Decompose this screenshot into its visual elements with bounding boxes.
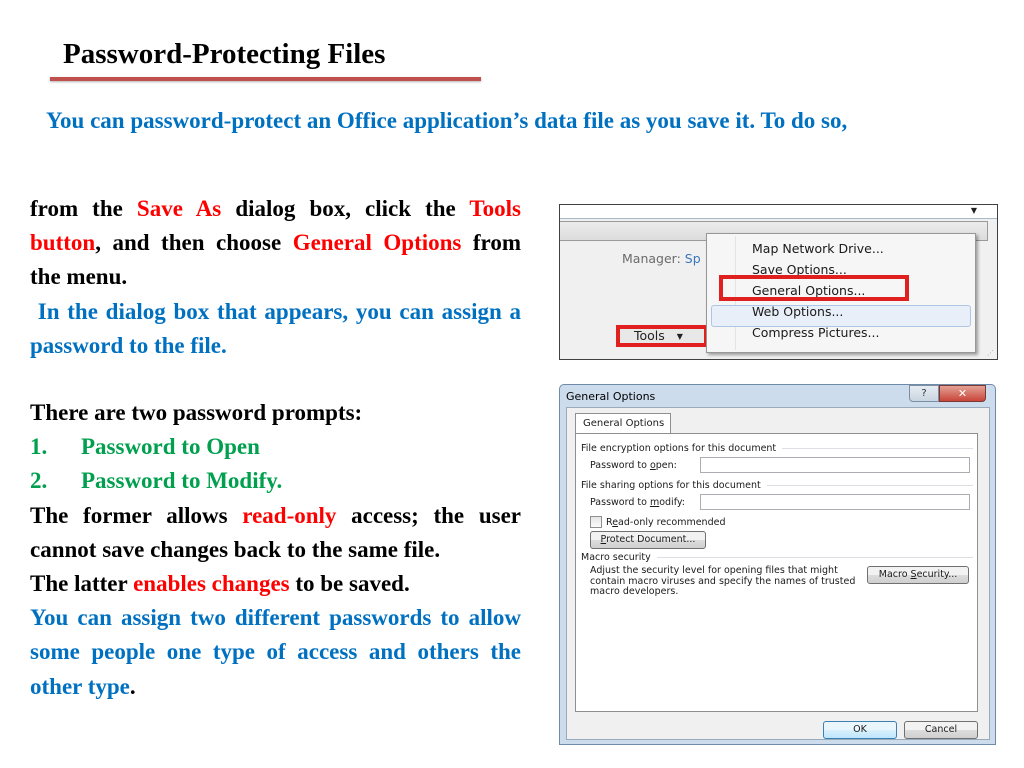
group-label: Macro security [581, 552, 651, 563]
text-span: pen: [655, 460, 677, 471]
group-label: File sharing options for this document [581, 480, 761, 491]
instructions-paragraph: from the Save As dialog box, click the T… [30, 192, 521, 295]
macro-group-header: Macro security [581, 552, 973, 563]
tools-button-label: Tools [634, 328, 665, 343]
list-text: Password to Open [81, 434, 260, 460]
tools-button[interactable]: Tools ▼ [616, 325, 708, 347]
latter-paragraph: The latter enables changes to be saved. [30, 567, 521, 601]
close-button[interactable]: ✕ [939, 385, 986, 402]
slide-title: Password-Protecting Files [63, 38, 386, 70]
list-item: 2. Password to Modify. [30, 464, 521, 498]
ok-button[interactable]: OK [823, 721, 897, 739]
general-options-dialog: General Options ? ✕ General Options File… [559, 384, 996, 745]
list-number: 1. [30, 434, 48, 460]
dialog-client-area: General Options File encryption options … [566, 407, 990, 740]
group-divider [782, 448, 973, 449]
password-modify-input[interactable] [700, 494, 970, 510]
text-span: Password to [590, 460, 650, 471]
accelerator-key: m [649, 497, 660, 508]
prompts-block: There are two password prompts: 1. Passwo… [30, 396, 521, 704]
manager-value: Sp [684, 251, 701, 266]
chevron-down-icon: ▼ [676, 331, 683, 341]
read-only-checkbox[interactable] [590, 516, 602, 528]
filename-field[interactable]: ▼ [560, 205, 997, 219]
password-open-input[interactable] [700, 457, 970, 473]
cancel-button[interactable]: Cancel [904, 721, 978, 739]
protect-document-button[interactable]: Protect Document... [590, 531, 706, 549]
instructions-block: from the Save As dialog box, click the T… [30, 192, 521, 363]
text-span: You can assign two different passwords t… [30, 605, 521, 699]
tab-panel: File encryption options for this documen… [575, 433, 978, 712]
enables-changes-term: enables changes [133, 571, 290, 597]
text-span: to be saved. [289, 571, 410, 597]
group-divider [766, 485, 973, 486]
menu-item-compress-pictures[interactable]: Compress Pictures... [752, 325, 879, 340]
help-button[interactable]: ? [909, 385, 939, 402]
text-span: odify: [659, 497, 686, 508]
save-as-tools-menu-screenshot: ▼ ▼ Manager: Sp Tools ▼ Map Network Drive… [559, 204, 998, 360]
text-span: The former allows [30, 502, 243, 528]
closing-paragraph: You can assign two different passwords t… [30, 601, 521, 704]
text-span: The latter [30, 571, 134, 597]
general-options-term: General Options [292, 230, 462, 256]
dialog-title: General Options [566, 390, 656, 403]
group-divider [656, 557, 973, 558]
list-item: 1. Password to Open [30, 430, 521, 464]
dialog-titlebar[interactable]: General Options ? ✕ [560, 385, 995, 407]
manager-field: Manager: Sp [622, 251, 701, 266]
prompts-heading: There are two password prompts: [30, 400, 363, 425]
save-as-term: Save As [136, 196, 222, 221]
password-open-label: Password to open: [590, 460, 677, 471]
text-span: from the [30, 196, 137, 221]
menu-item-map-network-drive[interactable]: Map Network Drive... [752, 241, 884, 256]
former-paragraph: The former allows read-only access; the … [30, 499, 521, 567]
title-underline [50, 77, 481, 81]
text-span: , and then choose [95, 230, 293, 256]
menu-item-web-options[interactable]: Web Options... [752, 304, 843, 319]
button-label: rotect Document... [606, 534, 696, 545]
dropdown-arrow-icon[interactable]: ▼ [971, 206, 977, 215]
text-span: . [129, 673, 136, 699]
macro-security-button[interactable]: Macro Security... [867, 566, 969, 584]
text-span: dialog box, click the [221, 196, 470, 221]
resize-grip-icon[interactable]: ⋰ [987, 349, 994, 357]
button-label: Macro [878, 569, 911, 580]
group-label: File encryption options for this documen… [581, 443, 777, 454]
text-span: Password to [590, 497, 650, 508]
macro-description: Adjust the security level for opening fi… [590, 565, 856, 597]
button-label: ecurity... [916, 569, 958, 580]
close-icon: ✕ [957, 387, 968, 400]
tab-general-options[interactable]: General Options [575, 413, 671, 434]
list-number: 2. [30, 468, 48, 494]
password-modify-label: Password to modify: [590, 497, 685, 508]
intro-text: You can password-protect an Office appli… [46, 108, 848, 133]
read-only-label[interactable]: Read-only recommended [606, 517, 725, 528]
text-span: ad-only recommended [618, 517, 726, 528]
general-options-callout-box [719, 275, 909, 301]
read-only-term: read-only [242, 502, 337, 528]
list-text: Password to Modify. [81, 468, 283, 494]
manager-label: Manager: [622, 251, 681, 266]
sharing-group-header: File sharing options for this document [581, 480, 973, 491]
help-icon: ? [921, 388, 927, 399]
dialog-paragraph: In the dialog box that appears, you can … [30, 298, 527, 358]
encryption-group-header: File encryption options for this documen… [581, 443, 973, 454]
